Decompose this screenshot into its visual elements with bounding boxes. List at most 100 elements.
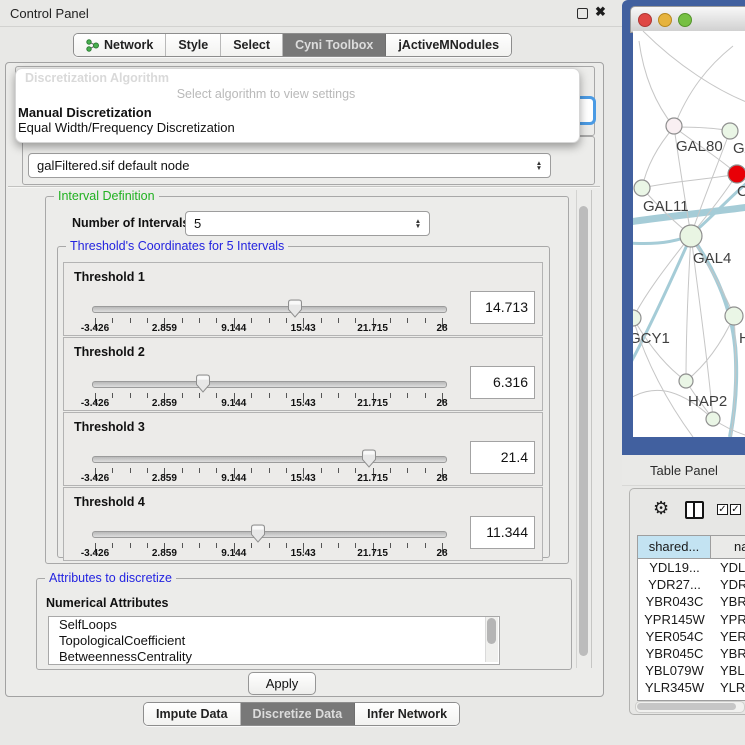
cell-shared-name: YPR145W bbox=[638, 611, 711, 628]
bottom-tab-infer-network[interactable]: Infer Network bbox=[355, 703, 459, 725]
zoom-traffic-light[interactable] bbox=[678, 13, 692, 27]
network-edge[interactable] bbox=[642, 127, 674, 188]
slider-tick bbox=[216, 543, 217, 548]
tab-cyni-toolbox[interactable]: Cyni Toolbox bbox=[283, 34, 386, 56]
threshold-value-field[interactable]: 14.713 bbox=[470, 291, 535, 324]
threshold-value-field[interactable]: 21.4 bbox=[470, 441, 535, 474]
network-node[interactable] bbox=[725, 307, 743, 325]
table-row[interactable]: YPR145WYPR1 bbox=[638, 611, 745, 628]
attribute-list-item[interactable]: BetweennessCentrality bbox=[49, 649, 499, 665]
attribute-list-item[interactable]: TopologicalCoefficient bbox=[49, 633, 499, 649]
numerical-attributes-list[interactable]: SelfLoopsTopologicalCoefficientBetweenne… bbox=[48, 616, 500, 665]
attributes-list-scrollbar-thumb[interactable] bbox=[487, 618, 496, 644]
slider-tick-label: -3.426 bbox=[81, 398, 109, 409]
threshold-slider-track[interactable] bbox=[92, 381, 447, 388]
column-header-name[interactable]: na bbox=[711, 536, 745, 558]
bottom-tab-impute-data[interactable]: Impute Data bbox=[144, 703, 241, 725]
checkbox-icon[interactable]: ✓ bbox=[717, 504, 728, 515]
slider-tick bbox=[407, 393, 408, 398]
table-row[interactable]: YBR045CYBR0 bbox=[638, 645, 745, 662]
network-node[interactable] bbox=[634, 180, 650, 196]
algorithm-dropdown-popup: Discretization Algorithm Select algorith… bbox=[15, 68, 580, 143]
gear-icon[interactable]: ⚙ bbox=[653, 499, 669, 517]
panel-scrollbar-thumb[interactable] bbox=[579, 206, 588, 656]
threshold-slider-track[interactable] bbox=[92, 531, 447, 538]
threshold-value-field[interactable]: 6.316 bbox=[470, 366, 535, 399]
tab-network[interactable]: Network bbox=[74, 34, 166, 56]
threshold-slider-track[interactable] bbox=[92, 306, 447, 313]
threshold-slider-thumb[interactable] bbox=[194, 374, 212, 399]
bottom-tab-label: Discretize Data bbox=[253, 707, 343, 721]
slider-tick bbox=[338, 543, 339, 548]
threshold-slider-thumb[interactable] bbox=[286, 299, 304, 324]
network-node[interactable] bbox=[706, 412, 720, 426]
close-icon[interactable]: ✖ bbox=[595, 4, 606, 20]
network-edge[interactable] bbox=[643, 31, 745, 103]
tab-select[interactable]: Select bbox=[221, 34, 283, 56]
table-horizontal-scrollbar-thumb[interactable] bbox=[637, 703, 736, 710]
network-node[interactable] bbox=[679, 374, 693, 388]
close-traffic-light[interactable] bbox=[638, 13, 652, 27]
slider-tick bbox=[390, 543, 391, 548]
table-horizontal-scrollbar[interactable] bbox=[635, 701, 745, 713]
slider-tick bbox=[355, 543, 356, 548]
popup-item-equal-width-frequency[interactable]: Equal Width/Frequency Discretization bbox=[18, 120, 235, 135]
network-edge[interactable] bbox=[686, 235, 691, 381]
threshold-label: Threshold 3 bbox=[74, 420, 145, 434]
node-table[interactable]: shared... na YDL19...YDL1YDR27...YDR2YBR… bbox=[637, 535, 745, 701]
attributes-list-scrollbar[interactable] bbox=[485, 617, 498, 662]
table-row[interactable]: YBR043CYBR0 bbox=[638, 593, 745, 610]
slider-tick bbox=[321, 543, 322, 548]
checkbox-icon[interactable]: ✓ bbox=[730, 504, 741, 515]
threshold-slider-thumb[interactable] bbox=[360, 449, 378, 474]
slider-tick-label: 28 bbox=[436, 548, 447, 559]
slider-tick bbox=[390, 393, 391, 398]
panel-scrollbar[interactable] bbox=[576, 190, 592, 668]
table-row[interactable]: YER054CYER0 bbox=[638, 628, 745, 645]
network-view-canvas[interactable]: GAL80GACGAL11GAL4GCY1HHAP2 bbox=[633, 31, 745, 437]
slider-tick-label: 2.859 bbox=[152, 398, 177, 409]
network-edge[interactable] bbox=[674, 46, 733, 127]
algorithm-placeholder-option[interactable]: Select algorithm to view settings bbox=[156, 87, 376, 101]
columns-icon[interactable] bbox=[685, 501, 704, 519]
tab-jactivemnodules[interactable]: jActiveMNodules bbox=[386, 34, 511, 56]
cell-shared-name: YDR27... bbox=[638, 576, 711, 593]
table-row[interactable]: YBL079WYBL0 bbox=[638, 662, 745, 679]
attribute-list-item[interactable]: SelfLoops bbox=[49, 617, 499, 633]
bottom-tab-discretize-data[interactable]: Discretize Data bbox=[241, 703, 356, 725]
tab-style[interactable]: Style bbox=[166, 34, 221, 56]
interval-definition-title: Interval Definition bbox=[54, 189, 159, 203]
table-data-combobox[interactable]: galFiltered.sif default node ▲▼ bbox=[28, 153, 551, 178]
popup-item-manual-discretization[interactable]: Manual Discretization bbox=[18, 105, 152, 120]
threshold-slider-thumb[interactable] bbox=[249, 524, 267, 549]
spinner-arrows-icon: ▲▼ bbox=[532, 161, 550, 171]
slider-tick bbox=[338, 468, 339, 473]
table-row[interactable]: YLR345WYLR3 bbox=[638, 679, 745, 696]
slider-tick bbox=[112, 393, 113, 398]
apply-button[interactable]: Apply bbox=[248, 672, 316, 695]
column-header-shared[interactable]: shared... bbox=[638, 536, 711, 558]
threshold-slider-track[interactable] bbox=[92, 456, 447, 463]
network-node[interactable] bbox=[666, 118, 682, 134]
slider-tick-label: 21.715 bbox=[357, 398, 388, 409]
network-node[interactable] bbox=[680, 225, 702, 247]
network-node[interactable] bbox=[728, 165, 745, 183]
network-node-label: GAL11 bbox=[643, 198, 689, 215]
network-node[interactable] bbox=[633, 310, 641, 326]
number-of-intervals-combobox[interactable]: 5 ▲▼ bbox=[185, 211, 430, 236]
threshold-value-field[interactable]: 11.344 bbox=[470, 516, 535, 549]
network-edge[interactable] bbox=[686, 316, 734, 381]
network-node[interactable] bbox=[722, 123, 738, 139]
slider-tick-label: 21.715 bbox=[357, 548, 388, 559]
minimize-traffic-light[interactable] bbox=[658, 13, 672, 27]
network-edge[interactable] bbox=[633, 235, 691, 318]
control-panel-title: Control Panel bbox=[10, 6, 89, 21]
table-row[interactable]: YDL19...YDL1 bbox=[638, 559, 745, 576]
network-edge[interactable] bbox=[642, 174, 737, 188]
float-window-icon[interactable] bbox=[577, 8, 588, 19]
table-row[interactable]: YDR27...YDR2 bbox=[638, 576, 745, 593]
slider-tick-label: 21.715 bbox=[357, 473, 388, 484]
slider-tick bbox=[199, 468, 200, 473]
network-edge[interactable] bbox=[633, 318, 686, 381]
network-edge[interactable] bbox=[691, 174, 737, 235]
